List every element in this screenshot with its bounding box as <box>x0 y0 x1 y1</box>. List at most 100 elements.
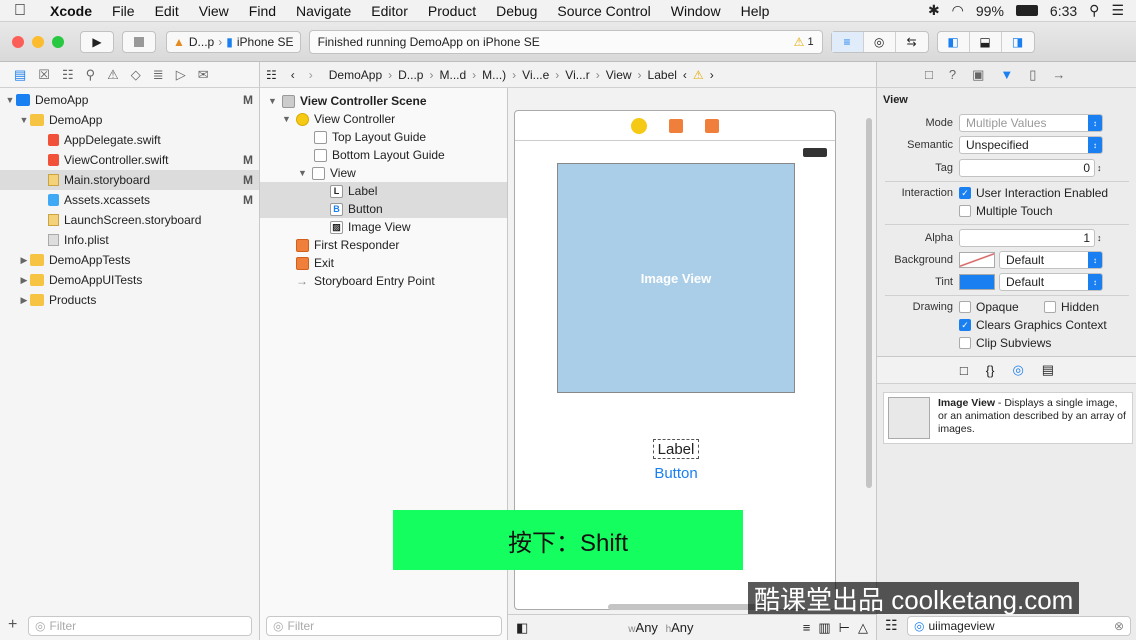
menu-file[interactable]: File <box>102 3 145 19</box>
tag-field[interactable]: 0 <box>959 159 1095 177</box>
apple-menu-icon[interactable]:  <box>0 2 40 20</box>
menu-source-control[interactable]: Source Control <box>547 3 660 19</box>
object-library-icon[interactable]: ◎ <box>1012 362 1023 378</box>
clock[interactable]: 6:33 <box>1050 3 1077 19</box>
navigator-filter-field[interactable]: ◎ Filter <box>28 616 252 636</box>
outline-row[interactable]: → Storyboard Entry Point <box>260 272 507 290</box>
stepper-icon[interactable]: ↕ <box>1097 233 1102 243</box>
tree-row-file[interactable]: LaunchScreen.storyboard <box>0 210 259 230</box>
jump-item[interactable]: View <box>606 68 632 82</box>
alpha-field[interactable]: 1 <box>959 229 1095 247</box>
exit-dock-icon[interactable] <box>705 118 719 133</box>
tree-row-file[interactable]: Info.plist <box>0 230 259 250</box>
outline-row[interactable]: Exit <box>260 254 507 272</box>
find-icon[interactable]: ⚲ <box>86 67 96 83</box>
outline-row[interactable]: Top Layout Guide <box>260 128 507 146</box>
identity-inspector-icon[interactable]: ▣ <box>972 67 984 83</box>
tree-row-group[interactable]: ▶ Products <box>0 290 259 310</box>
toggle-navigator-icon[interactable]: ◧ <box>938 31 970 52</box>
horizontal-scrollbar[interactable] <box>608 604 768 610</box>
wifi-icon[interactable]: ◠ <box>952 2 964 19</box>
forward-arrow-icon[interactable]: › <box>710 68 714 82</box>
spotlight-search-icon[interactable]: ⚲ <box>1089 2 1099 19</box>
battery-percent[interactable]: 99% <box>976 3 1004 19</box>
tree-row-file[interactable]: AppDelegate.swift <box>0 130 259 150</box>
menu-help[interactable]: Help <box>731 3 780 19</box>
zoom-window-button[interactable] <box>52 35 64 48</box>
test-icon[interactable]: ◇ <box>131 67 141 83</box>
disclosure-down-icon[interactable]: ▼ <box>268 96 282 106</box>
tree-row-group[interactable]: ▼ DemoApp <box>0 110 259 130</box>
toggle-outline-icon[interactable]: ◧ <box>516 620 528 636</box>
menu-view[interactable]: View <box>189 3 239 19</box>
disclosure-right-icon[interactable]: ▶ <box>18 275 30 286</box>
clears-context-checkbox[interactable]: ✓ <box>959 319 971 331</box>
menu-navigate[interactable]: Navigate <box>286 3 361 19</box>
view-controller-dock-icon[interactable] <box>631 117 647 134</box>
file-inspector-icon[interactable]: □ <box>925 67 933 82</box>
align-icon[interactable]: ▥ <box>818 620 830 636</box>
menu-product[interactable]: Product <box>418 3 486 19</box>
breakpoint-icon[interactable]: ▷ <box>176 67 186 83</box>
background-color-well[interactable] <box>959 252 995 268</box>
tree-row-file[interactable]: ViewController.swift M <box>0 150 259 170</box>
image-view[interactable]: Image View <box>557 163 795 393</box>
tree-row-file[interactable]: Assets.xcassets M <box>0 190 259 210</box>
outline-row[interactable]: First Responder <box>260 236 507 254</box>
jump-item[interactable]: M...d <box>439 68 466 82</box>
related-items-icon[interactable]: ☷ <box>266 68 277 82</box>
warning-icon[interactable]: ⚠ <box>693 68 704 82</box>
standard-editor-icon[interactable]: ≡ <box>831 31 864 52</box>
jump-item[interactable]: Label <box>648 68 677 82</box>
report-icon[interactable]: ✉ <box>198 67 209 83</box>
folder-icon[interactable]: ▤ <box>14 67 26 83</box>
disclosure-right-icon[interactable]: ▶ <box>18 255 30 266</box>
library-grid-icon[interactable]: ☷ <box>885 617 898 634</box>
add-file-icon[interactable]: + <box>8 616 17 634</box>
code-snippet-icon[interactable]: {} <box>986 363 995 378</box>
tree-row-group[interactable]: ▶ DemoAppTests <box>0 250 259 270</box>
outline-row-view-controller[interactable]: ▼ View Controller <box>260 110 507 128</box>
mode-popup[interactable]: Multiple Values ↕ <box>959 114 1103 132</box>
assistant-editor-icon[interactable]: ◎ <box>864 31 896 52</box>
close-window-button[interactable] <box>12 35 24 48</box>
disclosure-right-icon[interactable]: ▶ <box>18 295 30 306</box>
tint-color-well[interactable] <box>959 274 995 290</box>
toggle-utilities-icon[interactable]: ◨ <box>1002 32 1034 52</box>
pin-icon[interactable]: ⊢ <box>839 620 850 636</box>
outline-row-scene[interactable]: ▼ View Controller Scene <box>260 92 507 110</box>
menu-edit[interactable]: Edit <box>145 3 189 19</box>
scheme-selector[interactable]: ▲ D...p › ▮ iPhone SE <box>166 30 301 53</box>
stop-button[interactable] <box>122 30 156 53</box>
minimize-window-button[interactable] <box>32 35 44 48</box>
jump-item[interactable]: M...) <box>482 68 506 82</box>
toggle-debug-area-icon[interactable]: ⬓ <box>970 31 1002 52</box>
connections-inspector-icon[interactable]: → <box>1052 67 1065 82</box>
bluetooth-icon[interactable]: ✱ <box>928 2 940 19</box>
tree-row-file-selected[interactable]: Main.storyboard M <box>0 170 259 190</box>
outline-filter-field[interactable]: ◎ Filter <box>266 616 502 636</box>
vertical-scrollbar[interactable] <box>866 118 872 488</box>
debug-icon[interactable]: ≣ <box>153 67 164 83</box>
disclosure-down-icon[interactable]: ▼ <box>298 168 312 178</box>
stepper-icon[interactable]: ↕ <box>1097 163 1102 173</box>
forward-arrow-icon[interactable]: › <box>309 68 313 82</box>
stack-icon[interactable]: ≡ <box>803 620 811 635</box>
disclosure-down-icon[interactable]: ▼ <box>282 114 296 124</box>
size-inspector-icon[interactable]: ▯ <box>1029 67 1036 83</box>
label-element[interactable]: Label <box>653 439 699 459</box>
first-responder-dock-icon[interactable] <box>669 118 683 133</box>
hidden-checkbox[interactable] <box>1044 301 1056 313</box>
issue-icon[interactable]: ⚠ <box>107 67 119 83</box>
jump-item[interactable]: D...p <box>398 68 423 82</box>
version-editor-icon[interactable]: ⇆ <box>896 32 928 52</box>
menu-app[interactable]: Xcode <box>40 3 102 19</box>
attributes-inspector-icon[interactable]: ▼ <box>1000 67 1013 82</box>
disclosure-down-icon[interactable]: ▼ <box>4 95 16 105</box>
symbol-icon[interactable]: ☷ <box>62 67 74 83</box>
notification-center-icon[interactable]: ☰ <box>1111 2 1124 19</box>
menu-find[interactable]: Find <box>239 3 286 19</box>
resolve-icon[interactable]: △ <box>858 620 868 636</box>
library-item-image-view[interactable]: Image View - Displays a single image, or… <box>883 392 1133 444</box>
menu-window[interactable]: Window <box>661 3 731 19</box>
